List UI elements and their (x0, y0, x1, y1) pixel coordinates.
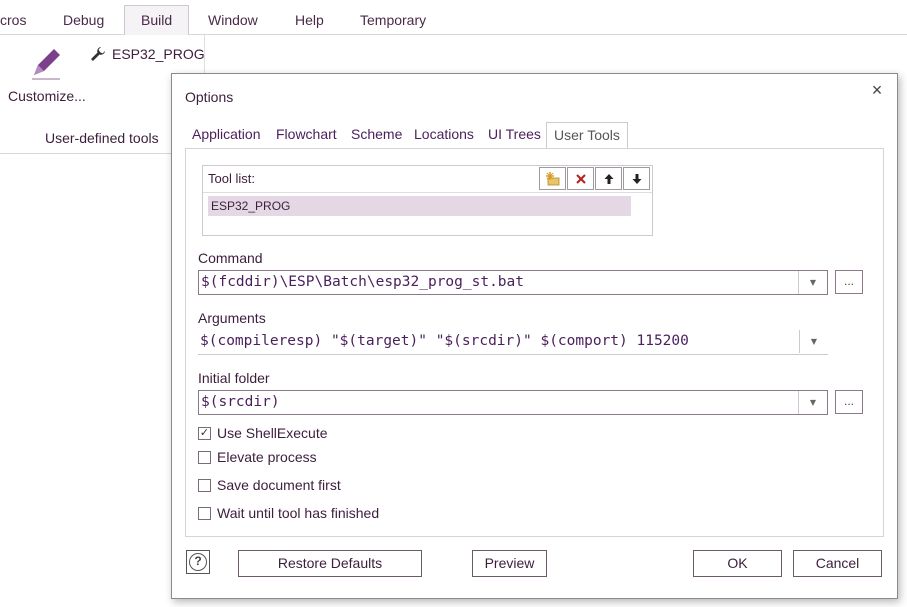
command-combobox[interactable]: $(fcddir)\ESP\Batch\esp32_prog_st.bat ▼ (198, 270, 828, 295)
tool-list-header: Tool list: (203, 166, 652, 193)
command-label: Command (198, 250, 263, 266)
tool-list: Tool list: ESP32_PROG (202, 165, 653, 236)
initial-folder-value: $(srcdir) (201, 394, 280, 410)
chevron-down-icon[interactable]: ▼ (798, 271, 827, 294)
ribbon-tab-build[interactable]: Build (124, 5, 190, 35)
add-tool-button[interactable] (539, 167, 566, 190)
command-value: $(fcddir)\ESP\Batch\esp32_prog_st.bat (201, 274, 525, 290)
user-tools-panel: Tool list: ESP32_PROG Command $(fcddir)\… (185, 148, 884, 537)
ribbon-tab-temporary[interactable]: Temporary (360, 6, 426, 34)
esp32-prog-tool-button[interactable]: ESP32_PROG (112, 46, 205, 62)
ribbon-bottom-border (0, 153, 172, 154)
options-dialog: Options × Application Flowchart Scheme L… (171, 73, 898, 599)
preview-button[interactable]: Preview (472, 550, 547, 577)
ribbon-tab-debug[interactable]: Debug (63, 6, 104, 34)
chevron-down-icon[interactable]: ▼ (798, 391, 827, 414)
ribbon-tabs: cros Debug Build Window Help Temporary (0, 0, 907, 35)
initial-folder-label: Initial folder (198, 370, 270, 386)
customize-button[interactable]: Customize... (8, 88, 86, 104)
wrench-icon (91, 47, 105, 61)
delete-icon (575, 174, 586, 184)
initial-folder-combobox[interactable]: $(srcdir) ▼ (198, 390, 828, 415)
arrow-down-icon (632, 174, 641, 184)
elevate-process-label: Elevate process (217, 449, 317, 465)
restore-defaults-button[interactable]: Restore Defaults (238, 550, 422, 577)
tab-application[interactable]: Application (192, 126, 261, 142)
checkbox-box[interactable] (198, 479, 211, 492)
initial-folder-browse-button[interactable]: ... (835, 390, 863, 414)
tool-list-label: Tool list: (208, 171, 255, 186)
tab-locations[interactable]: Locations (414, 126, 474, 142)
close-icon[interactable]: × (866, 79, 888, 101)
tab-user-tools[interactable]: User Tools (546, 122, 628, 149)
tab-scheme[interactable]: Scheme (351, 126, 402, 142)
delete-tool-button[interactable] (567, 167, 594, 190)
chevron-down-icon[interactable]: ▼ (799, 330, 828, 353)
help-icon: ? (189, 553, 207, 571)
user-defined-tools-group-label: User-defined tools (45, 130, 159, 146)
move-down-button[interactable] (623, 167, 650, 190)
dialog-title: Options (185, 89, 234, 105)
ribbon-tab-help[interactable]: Help (295, 6, 324, 34)
app-window: cros Debug Build Window Help Temporary C… (0, 0, 907, 607)
tab-flowchart[interactable]: Flowchart (276, 126, 337, 142)
checkmark-icon[interactable]: ✓ (198, 427, 211, 440)
tool-list-item[interactable]: ESP32_PROG (208, 196, 631, 216)
arguments-value: $(compileresp) "$(target)" "$(srcdir)" $… (200, 333, 689, 349)
new-item-icon (545, 172, 559, 186)
tab-ui-trees[interactable]: UI Trees (488, 126, 541, 142)
checkbox-box[interactable] (198, 451, 211, 464)
ribbon-tab-macros[interactable]: cros (0, 6, 26, 34)
checkbox-box[interactable] (198, 507, 211, 520)
ribbon-tab-window[interactable]: Window (208, 6, 258, 34)
cancel-button[interactable]: Cancel (793, 550, 882, 577)
help-button[interactable]: ? (186, 550, 210, 574)
arguments-combobox[interactable]: $(compileresp) "$(target)" "$(srcdir)" $… (198, 330, 828, 355)
options-tabstrip: Application Flowchart Scheme Locations U… (185, 122, 884, 149)
save-document-first-label: Save document first (217, 477, 341, 493)
move-up-button[interactable] (595, 167, 622, 190)
use-shellexecute-label: Use ShellExecute (217, 425, 328, 441)
ok-button[interactable]: OK (693, 550, 782, 577)
pencil-icon[interactable] (28, 45, 64, 81)
arguments-label: Arguments (198, 310, 266, 326)
command-browse-button[interactable]: ... (835, 270, 863, 294)
arrow-up-icon (604, 174, 613, 184)
wait-until-finished-label: Wait until tool has finished (217, 505, 380, 521)
